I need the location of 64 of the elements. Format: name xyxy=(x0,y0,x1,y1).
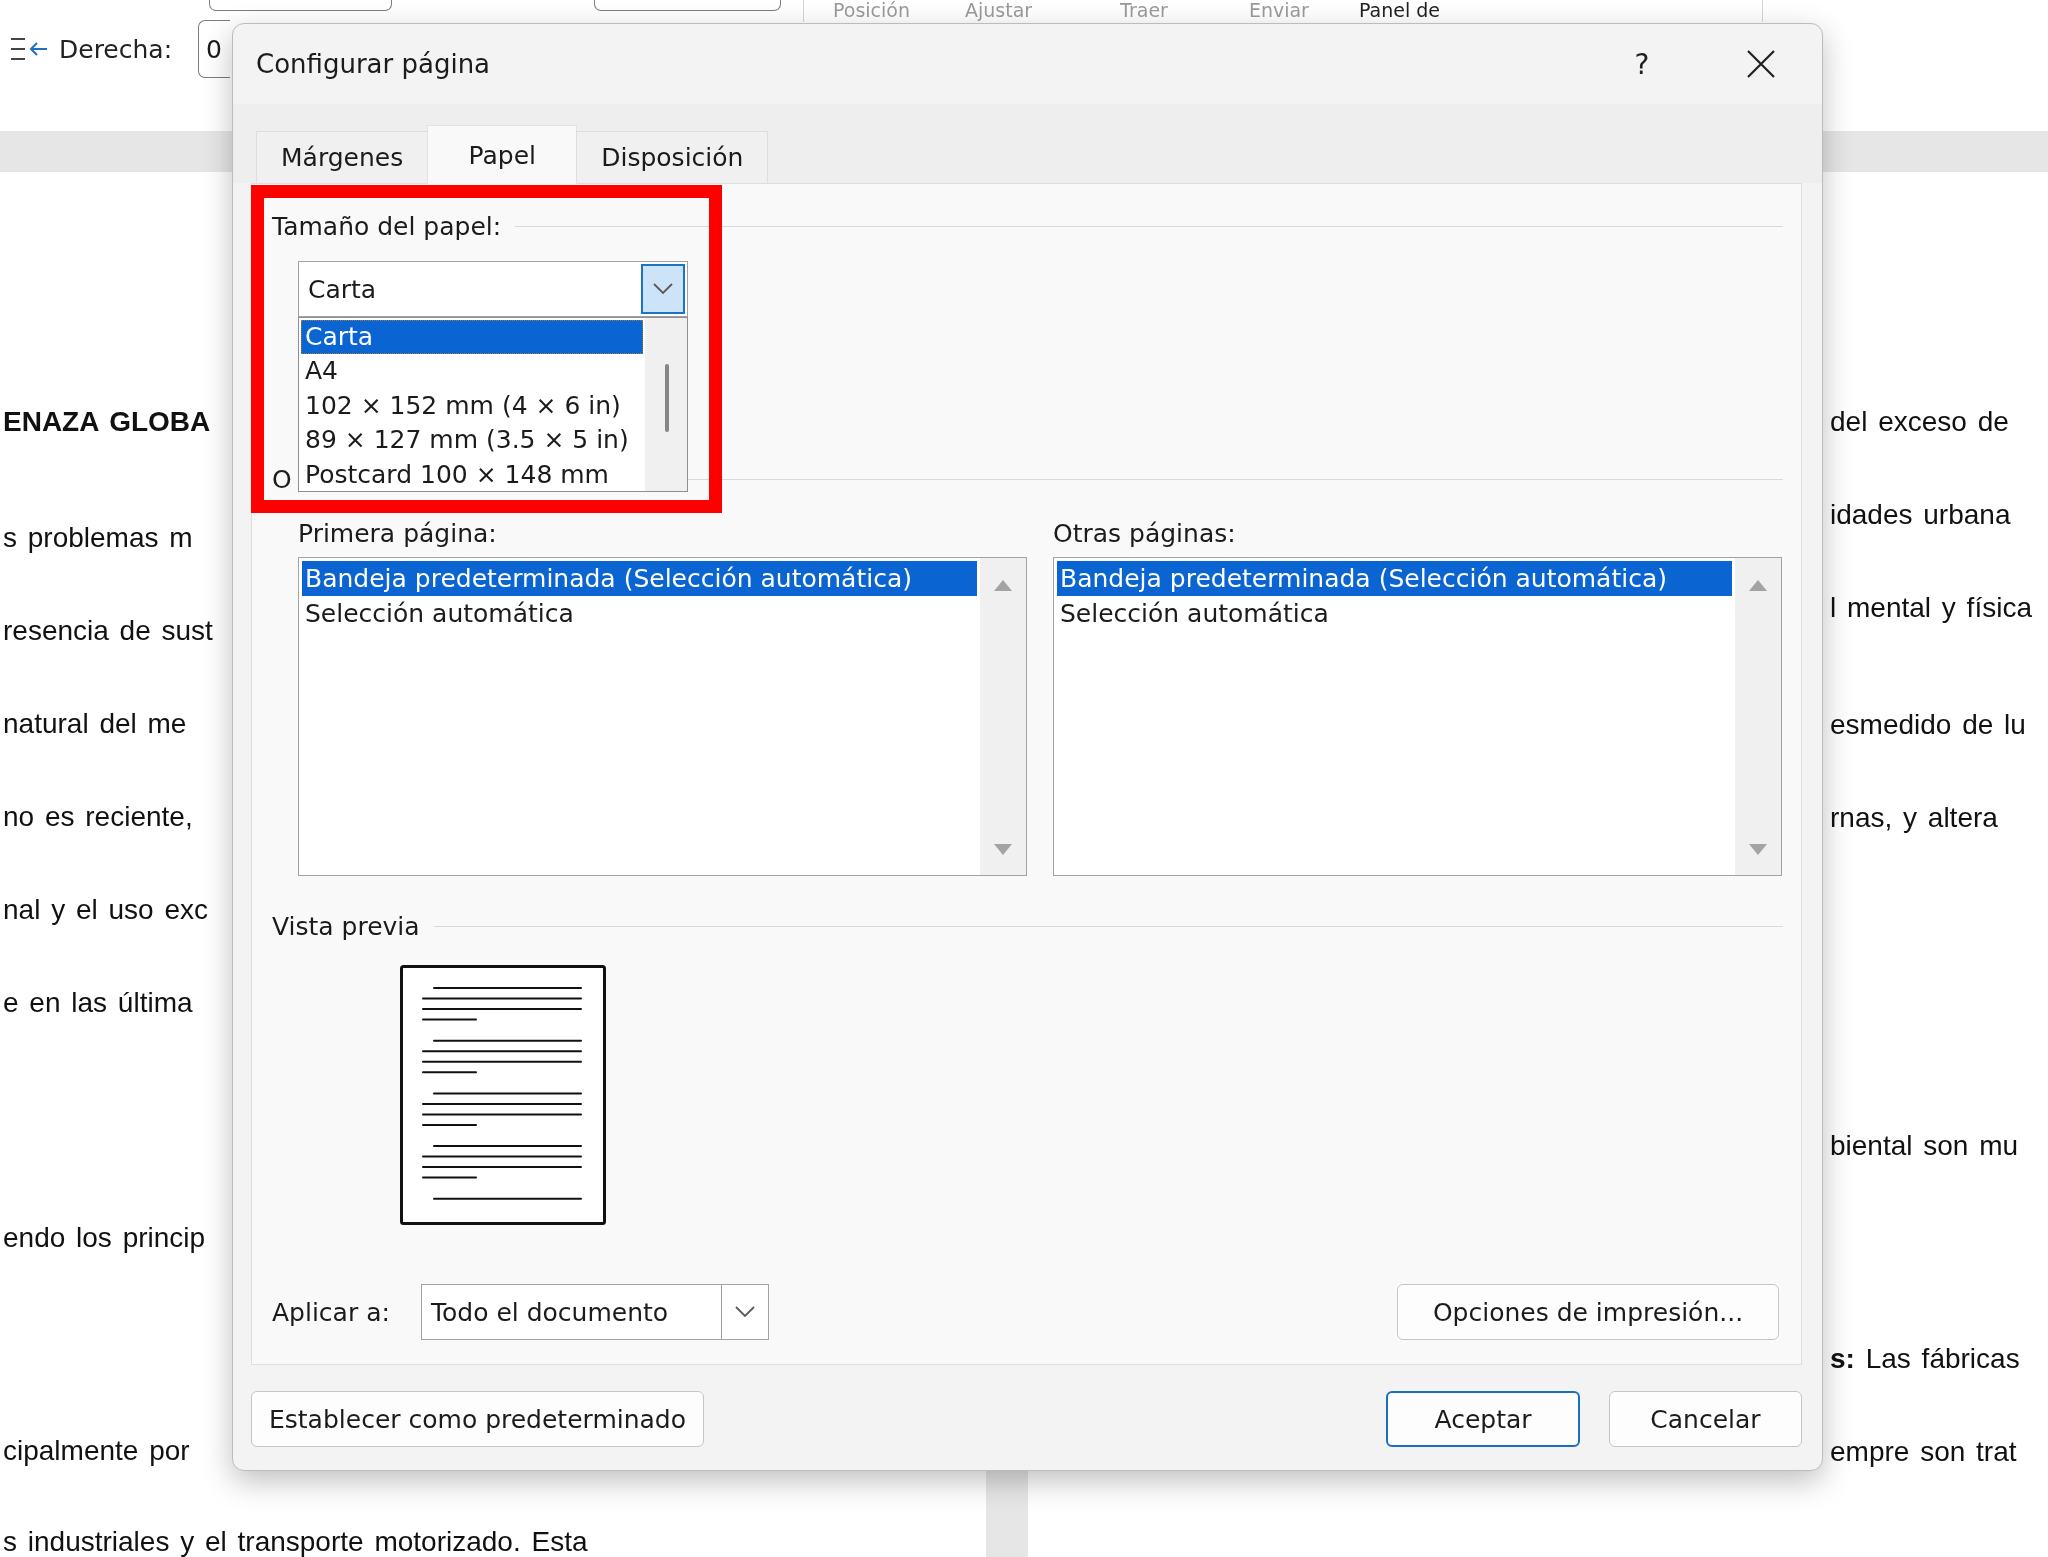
input-field[interactable] xyxy=(594,0,781,11)
dropdown-option[interactable]: Postcard 100 × 148 mm xyxy=(301,457,643,492)
paper-size-dropdown[interactable]: Carta xyxy=(298,261,688,317)
document-text: s: Las fábricas xyxy=(1830,1343,2020,1375)
document-text: natural del me xyxy=(3,708,187,740)
document-text: biental son mu xyxy=(1830,1130,2019,1162)
scrollbar-thumb[interactable] xyxy=(665,364,669,432)
ribbon-label[interactable]: Panel de xyxy=(1358,0,1440,20)
dropdown-button[interactable] xyxy=(641,264,685,314)
input-field[interactable] xyxy=(209,0,392,11)
down-arrow-icon[interactable] xyxy=(1749,844,1767,855)
list-item[interactable]: Bandeja predeterminada (Selección automática) xyxy=(302,561,977,596)
listbox[interactable]: Bandeja predeterminada (Selección automática) Selección automática xyxy=(1053,557,1782,876)
field-label: Aplicar a: xyxy=(272,1297,391,1327)
scrollbar[interactable] xyxy=(980,558,1026,875)
list-item[interactable]: Bandeja predeterminada (Selección automática) xyxy=(1057,561,1732,596)
apply-to-dropdown[interactable]: Todo el documento xyxy=(421,1284,769,1340)
set-default-button[interactable]: Establecer como predeterminado xyxy=(251,1391,704,1447)
listbox[interactable]: Bandeja predeterminada (Selección automática) Selección automática xyxy=(298,557,1027,876)
document-text: del exceso de xyxy=(1830,406,2009,438)
document-heading: ENAZA GLOBA xyxy=(3,406,211,438)
document-text: rnas, y altera xyxy=(1830,802,1998,834)
up-arrow-icon[interactable] xyxy=(1749,580,1767,591)
dropdown-option[interactable]: A4 xyxy=(301,354,643,389)
dropdown-option[interactable]: 89 × 127 mm (3.5 × 5 in) xyxy=(301,423,643,458)
list-item[interactable]: Selección automática xyxy=(1057,596,1732,631)
document-text: e en las última xyxy=(3,987,193,1019)
chevron-down-icon xyxy=(735,1306,755,1318)
document-text: endo los princip xyxy=(3,1222,206,1254)
help-button[interactable]: ? xyxy=(1610,36,1674,92)
up-arrow-icon[interactable] xyxy=(994,580,1012,591)
document-text: idades urbana xyxy=(1830,499,2011,531)
dropdown-option[interactable]: Carta xyxy=(301,320,643,355)
document-text: s industriales y el transporte motorizado. Esta xyxy=(3,1526,588,1557)
section-label: O xyxy=(272,464,292,494)
close-icon xyxy=(1747,50,1775,78)
indent-icon xyxy=(10,36,48,62)
list-item[interactable]: Selección automática xyxy=(302,596,977,631)
down-arrow-icon[interactable] xyxy=(994,844,1012,855)
section-label: Vista previa xyxy=(272,911,420,941)
document-text: s problemas m xyxy=(3,522,193,554)
document-text: l mental y física xyxy=(1830,592,2032,624)
document-text: empre son trat xyxy=(1830,1436,2017,1468)
chevron-down-icon xyxy=(653,283,673,295)
ok-button[interactable]: Aceptar xyxy=(1386,1391,1580,1447)
list-label: Primera página: xyxy=(298,518,497,550)
dialog-title: Configurar página xyxy=(256,49,491,79)
scrollbar[interactable] xyxy=(1735,558,1781,875)
document-text: resencia de sust xyxy=(3,615,213,647)
tab[interactable]: Papel xyxy=(427,125,578,184)
document-text: nal y el uso exc xyxy=(3,894,208,926)
section-label: Tamaño del papel: xyxy=(272,211,502,241)
indent-field[interactable]: 0 xyxy=(198,20,230,78)
tab[interactable]: Márgenes xyxy=(256,131,429,183)
field-label: Derecha: xyxy=(59,34,174,64)
document-text: cipalmente por xyxy=(3,1435,190,1467)
dropdown-option[interactable]: 102 × 152 mm (4 × 6 in) xyxy=(301,388,643,424)
list-label: Otras páginas: xyxy=(1053,518,1236,550)
print-options-button[interactable]: Opciones de impresión... xyxy=(1397,1284,1779,1340)
tab[interactable]: Disposición xyxy=(576,131,769,183)
document-text: no es reciente, xyxy=(3,801,193,833)
cancel-button[interactable]: Cancelar xyxy=(1609,1391,1802,1447)
scrollbar[interactable] xyxy=(645,318,687,491)
document-text: esmedido de lu xyxy=(1830,709,2026,741)
